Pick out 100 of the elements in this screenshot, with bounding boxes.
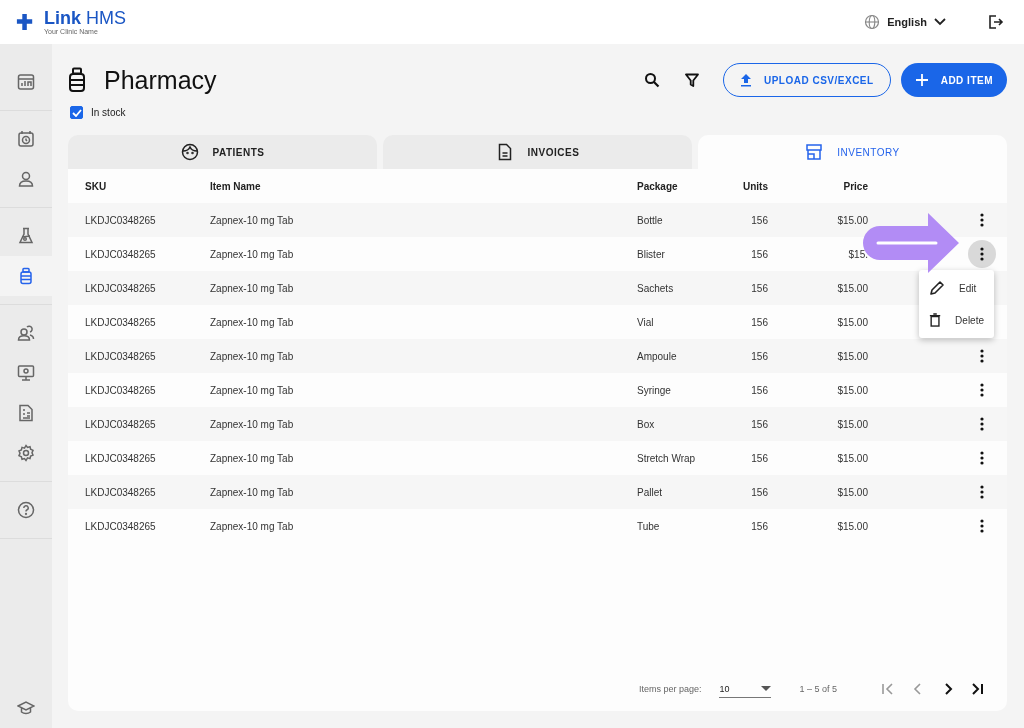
first-page-icon: [881, 682, 895, 696]
table-cell-text: Syringe: [637, 384, 672, 396]
tab[interactable]: INVOICES: [383, 135, 692, 169]
settings-icon: [17, 444, 35, 462]
sidebar-item[interactable]: [0, 256, 52, 296]
table-cell-text: 156: [750, 486, 768, 498]
table-cell-text: $15.00: [836, 350, 868, 362]
invoice-icon: [17, 404, 35, 422]
table-cell-text: Stretch Wrap: [637, 452, 697, 464]
chevron-down-icon: [934, 18, 946, 26]
column-header: SKU: [85, 180, 108, 192]
checkbox-label: In stock: [91, 107, 126, 118]
graduation-cap-icon: [17, 699, 35, 717]
table-cell-text: Zapnex-10 mg Tab: [210, 520, 295, 532]
flask-icon: [17, 227, 35, 245]
table-cell-text: 156: [750, 418, 768, 430]
column-header: Package: [637, 180, 679, 192]
table-cell-text: 156: [750, 350, 768, 362]
table-cell-text: $15.00: [836, 384, 868, 396]
bottle-icon: [17, 267, 35, 285]
table-cell-text: LKDJC0348265: [85, 350, 157, 362]
table-cell-text: Box: [637, 418, 656, 430]
pencil-icon: [929, 280, 945, 296]
table-cell-text: Ampoule: [637, 350, 678, 362]
table-cell-text: 156: [750, 248, 768, 260]
table-cell-text: Vial: [637, 316, 655, 328]
tab[interactable]: PATIENTS: [68, 135, 377, 169]
table-cell-text: LKDJC0348265: [85, 248, 157, 260]
table-cell-text: 156: [750, 214, 768, 226]
table-cell-text: $15.00: [836, 214, 868, 226]
table-cell-text: 156: [750, 452, 768, 464]
last-page-icon: [971, 682, 985, 696]
table-cell-text: 156: [750, 384, 768, 396]
trash-icon: [929, 312, 942, 328]
more-vertical-icon: [980, 383, 984, 397]
menu-item[interactable]: Edit: [919, 272, 994, 304]
upload-icon: [739, 73, 752, 87]
table-cell-text: Zapnex-10 mg Tab: [210, 214, 295, 226]
table-cell-text: Zapnex-10 mg Tab: [210, 282, 295, 294]
table-cell-text: Zapnex-10 mg Tab: [210, 486, 295, 498]
people-icon: [17, 324, 35, 342]
table-cell-text: Bottle: [637, 214, 664, 226]
bottle-icon: [68, 67, 86, 93]
column-header: Item Name: [210, 180, 262, 192]
column-header: Units: [742, 180, 768, 192]
table-cell-text: $15.: [847, 248, 868, 260]
table-cell-text: Sachets: [637, 282, 675, 294]
table-cell-text: LKDJC0348265: [85, 282, 157, 294]
more-vertical-icon: [980, 349, 984, 363]
table-cell-text: Zapnex-10 mg Tab: [210, 452, 295, 464]
table-cell-text: Zapnex-10 mg Tab: [210, 316, 295, 328]
table-cell-text: $15.00: [836, 282, 868, 294]
page-range: 1 – 5 of 5: [799, 684, 837, 694]
table-cell-text: LKDJC0348265: [85, 384, 157, 396]
table-cell-text: LKDJC0348265: [85, 486, 157, 498]
add-item-button[interactable]: ADD ITEM: [900, 63, 1007, 97]
face-icon: [180, 143, 199, 161]
calendar-icon: [17, 130, 35, 148]
logout-icon: [988, 14, 1004, 30]
monitor-icon: [17, 364, 35, 382]
table-cell-text: 156: [750, 520, 768, 532]
table-cell-text: 156: [750, 282, 768, 294]
checkbox[interactable]: [70, 106, 83, 119]
more-vertical-icon: [980, 485, 984, 499]
table-cell-text: $15.00: [836, 486, 868, 498]
globe-icon: [864, 14, 881, 30]
filter-icon: [684, 73, 699, 87]
page-title: Pharmacy: [104, 65, 217, 95]
table-cell-text: LKDJC0348265: [85, 316, 157, 328]
plus-icon: [914, 73, 929, 87]
store-icon: [805, 143, 824, 161]
table-cell-text: $15.00: [836, 316, 868, 328]
table-cell-text: 156: [750, 316, 768, 328]
table-cell-text: Zapnex-10 mg Tab: [210, 418, 295, 430]
search-icon: [643, 72, 660, 88]
table-cell-text: LKDJC0348265: [85, 214, 157, 226]
table-cell-text: $15.00: [836, 452, 868, 464]
language-selector[interactable]: English: [860, 10, 950, 34]
more-options-button[interactable]: [968, 240, 996, 268]
menu-item[interactable]: Delete: [919, 304, 994, 336]
more-vertical-icon: [980, 247, 984, 261]
help-icon: [17, 501, 35, 519]
tab[interactable]: INVENTORY: [698, 135, 1007, 169]
more-vertical-icon: [980, 213, 984, 227]
table-cell-text: Zapnex-10 mg Tab: [210, 350, 295, 362]
more-vertical-icon: [980, 451, 984, 465]
checkmark-icon: [71, 108, 82, 117]
page-size-select[interactable]: 10: [719, 680, 772, 698]
more-vertical-icon: [980, 519, 984, 533]
cross-logo-icon: [16, 13, 34, 31]
table-cell-text: Zapnex-10 mg Tab: [210, 248, 295, 260]
person-icon: [17, 170, 35, 188]
items-per-page-label: Items per page:: [638, 684, 702, 694]
table-cell-text: Blister: [637, 248, 666, 260]
table-cell-text: LKDJC0348265: [85, 520, 157, 532]
dashboard-icon: [17, 73, 35, 91]
more-vertical-icon: [980, 417, 984, 431]
table-cell-text: LKDJC0348265: [85, 418, 157, 430]
table-cell-text: Tube: [637, 520, 661, 532]
dropdown-arrow-icon: [761, 685, 772, 692]
